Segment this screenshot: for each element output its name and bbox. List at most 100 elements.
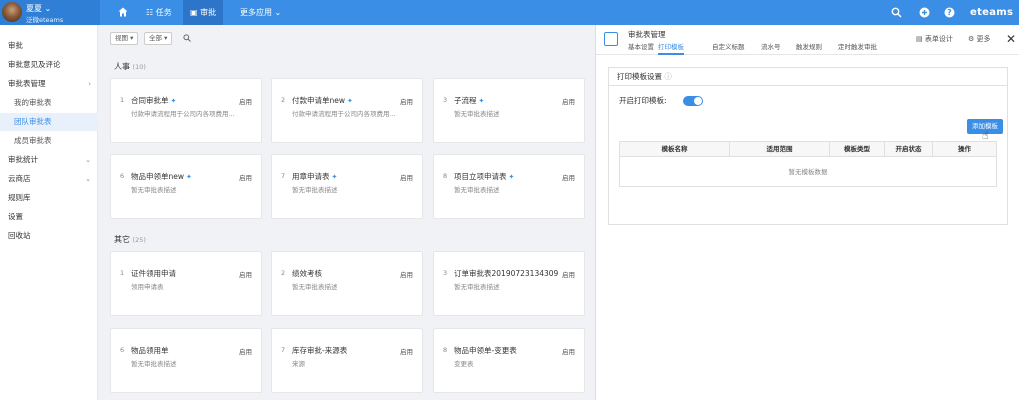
main-content: 视图 ▾ 全部 ▾ 人事 (10) 1 合同审批单 ✦ 启用 付款申请流程用于公司… xyxy=(98,25,595,400)
form-card[interactable]: 3 订单审批表20190723134309 启用 暂无审批表描述 xyxy=(433,251,585,316)
form-card[interactable]: 1 合同审批单 ✦ 启用 付款申请流程用于公司内各项费用... xyxy=(110,78,262,143)
pin-icon[interactable]: ✦ xyxy=(509,173,515,181)
card-number: 2 xyxy=(281,96,286,104)
user-menu[interactable]: 夏夏 ⌄ 泛微eteams xyxy=(0,0,100,25)
card-number: 7 xyxy=(281,172,286,180)
sidebar-item-statistics[interactable]: 审批统计 ⌄ xyxy=(0,151,98,169)
sidebar-item-label: 审批表管理 xyxy=(8,79,46,88)
toggle-knob xyxy=(694,97,702,105)
form-card[interactable]: 8 物品申领单-变更表 启用 变更表 xyxy=(433,328,585,393)
card-title: 物品领用单 xyxy=(131,346,169,355)
sidebar-item-settings[interactable]: 设置 xyxy=(0,208,98,226)
card-description: 领用申请表 xyxy=(131,283,164,291)
form-card[interactable]: 6 物品申领单new ✦ 启用 暂无审批表描述 xyxy=(110,154,262,219)
sidebar-item-form-management[interactable]: 审批表管理 › xyxy=(0,75,98,93)
card-title-text: 子流程 xyxy=(454,96,477,105)
sidebar-item-cloud-store[interactable]: 云商店 ⌄ xyxy=(0,170,98,188)
card-title: 子流程 ✦ xyxy=(454,95,484,106)
form-card[interactable]: 2 绩效考核 启用 暂无审批表描述 xyxy=(271,251,423,316)
card-number: 6 xyxy=(120,172,125,180)
sidebar-item-my-forms[interactable]: 我的审批表 xyxy=(0,94,98,112)
print-template-toggle[interactable] xyxy=(683,96,703,106)
card-number: 8 xyxy=(443,346,448,354)
plus-circle-icon[interactable] xyxy=(919,7,930,18)
card-title: 物品申领单new ✦ xyxy=(131,171,192,182)
filter-dropdown[interactable]: 全部 ▾ xyxy=(144,32,173,45)
panel-title: 审批表管理 xyxy=(628,30,666,39)
brand-logo[interactable]: eteams xyxy=(970,0,1013,25)
column-header: 开启状态 xyxy=(885,142,933,156)
tab-serial-number[interactable]: 流水号 xyxy=(761,41,781,51)
card-title: 项目立项申请表 ✦ xyxy=(454,171,514,182)
card-number: 3 xyxy=(443,96,448,104)
card-title: 库存审批-来源表 xyxy=(292,346,348,355)
card-title: 订单审批表20190723134309 xyxy=(454,269,559,278)
tab-custom-title[interactable]: 自定义标题 xyxy=(712,41,745,51)
card-description: 暂无审批表描述 xyxy=(131,360,177,368)
section-count: (25) xyxy=(132,236,146,244)
user-name[interactable]: 夏夏 ⌄ xyxy=(26,3,51,14)
form-card[interactable]: 1 证件领用申请 启用 领用申请表 xyxy=(110,251,262,316)
pin-icon[interactable]: ✦ xyxy=(186,173,192,181)
close-icon[interactable]: ✕ xyxy=(1006,32,1016,46)
card-status: 启用 xyxy=(562,271,575,279)
pin-icon[interactable]: ✦ xyxy=(347,97,353,105)
form-card[interactable]: 2 付款申请单new ✦ 启用 付款申请流程用于公司内各项费用... xyxy=(271,78,423,143)
help-circle-icon[interactable]: ? xyxy=(944,7,955,18)
sidebar-item-approval[interactable]: 审批 xyxy=(0,37,98,55)
form-card[interactable]: 7 库存审批-来源表 启用 来源 xyxy=(271,328,423,393)
nav-more-apps[interactable]: 更多应用 ⌄ xyxy=(234,0,287,25)
search-icon[interactable] xyxy=(891,7,902,18)
help-icon[interactable]: ⓘ xyxy=(664,72,672,81)
pin-icon[interactable]: ✦ xyxy=(332,173,338,181)
card-title-text: 用章申请表 xyxy=(292,172,330,181)
sidebar-item-rules[interactable]: 规则库 xyxy=(0,189,98,207)
card-status: 启用 xyxy=(239,271,252,279)
pin-icon[interactable]: ✦ xyxy=(479,97,485,105)
sidebar-item-team-forms[interactable]: 团队审批表 xyxy=(0,113,98,131)
card-description: 暂无审批表描述 xyxy=(454,110,500,118)
tab-trigger-rules[interactable]: 触发规则 xyxy=(796,41,822,51)
tab-scheduled-trigger[interactable]: 定时触发审批 xyxy=(838,41,877,51)
card-number: 6 xyxy=(120,346,125,354)
panel-header: 审批表管理 基本设置 打印模板 自定义标题 流水号 触发规则 定时触发审批 ▤ … xyxy=(596,25,1019,55)
pin-icon[interactable]: ✦ xyxy=(171,97,177,105)
avatar[interactable] xyxy=(2,2,22,22)
sidebar: 审批 审批意见及评论 审批表管理 › 我的审批表 团队审批表 成员审批表 审批统计… xyxy=(0,25,98,400)
user-org: 泛微eteams xyxy=(26,16,64,24)
section-heading: 打印模板设置 ⓘ xyxy=(609,68,1007,86)
form-card[interactable]: 7 用章申请表 ✦ 启用 暂无审批表描述 xyxy=(271,154,423,219)
sidebar-item-member-forms[interactable]: 成员审批表 xyxy=(0,132,98,150)
form-design-button[interactable]: ▤ 表单设计 xyxy=(916,34,953,44)
card-title: 绩效考核 xyxy=(292,269,322,278)
nav-approval[interactable]: ▣ 审批 xyxy=(183,0,224,25)
tab-basic-settings[interactable]: 基本设置 xyxy=(628,41,654,51)
column-header: 模板类型 xyxy=(830,142,885,156)
card-status: 启用 xyxy=(239,98,252,106)
column-header: 模板名称 xyxy=(620,142,730,156)
tab-print-template[interactable]: 打印模板 xyxy=(658,41,684,55)
card-number: 2 xyxy=(281,269,286,277)
section-title-other: 其它 (25) xyxy=(114,234,146,245)
nav-tasks[interactable]: ☷ 任务 xyxy=(140,0,178,25)
sidebar-item-comments[interactable]: 审批意见及评论 xyxy=(0,56,98,74)
form-card[interactable]: 8 项目立项申请表 ✦ 启用 暂无审批表描述 xyxy=(433,154,585,219)
card-description: 暂无审批表描述 xyxy=(454,186,500,194)
top-bar: 夏夏 ⌄ 泛微eteams ☷ 任务 ▣ 审批 更多应用 ⌄ ? eteams xyxy=(0,0,1019,25)
sidebar-item-recycle-bin[interactable]: 回收站 xyxy=(0,227,98,245)
card-title-text: 项目立项申请表 xyxy=(454,172,507,181)
card-description: 付款申请流程用于公司内各项费用... xyxy=(131,110,235,118)
card-description: 变更表 xyxy=(454,360,474,368)
form-card[interactable]: 3 子流程 ✦ 启用 暂无审批表描述 xyxy=(433,78,585,143)
sidebar-item-label: 审批 xyxy=(8,41,23,50)
card-status: 启用 xyxy=(239,348,252,356)
home-icon[interactable] xyxy=(118,7,128,17)
form-card[interactable]: 6 物品领用单 启用 暂无审批表描述 xyxy=(110,328,262,393)
search-icon[interactable] xyxy=(183,34,191,42)
view-dropdown[interactable]: 视图 ▾ xyxy=(110,32,139,45)
section-count: (10) xyxy=(132,63,146,71)
chevron-down-icon: ⌄ xyxy=(85,156,91,164)
more-button[interactable]: ⚙ 更多 xyxy=(968,34,991,44)
card-description: 暂无审批表描述 xyxy=(131,186,177,194)
card-status: 启用 xyxy=(562,98,575,106)
